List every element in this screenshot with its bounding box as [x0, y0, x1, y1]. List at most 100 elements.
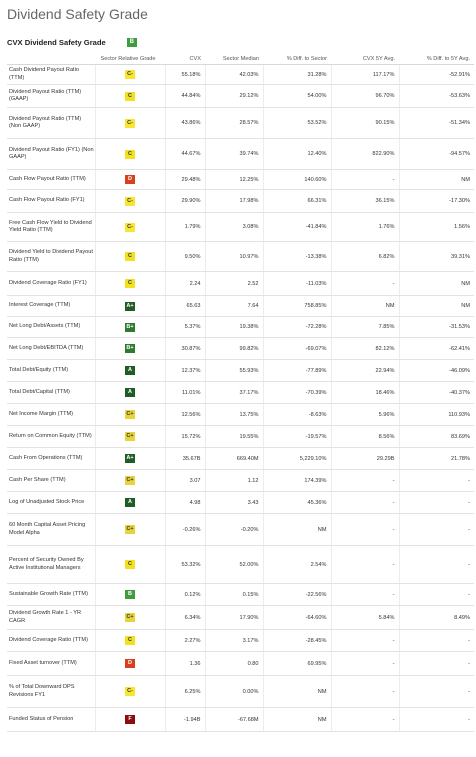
- diff-sector-cell: 54.00%: [263, 84, 332, 108]
- metric-cell: Dividend Coverage Ratio (FY1): [7, 271, 96, 296]
- cvx-5y-avg-cell: 96.70%: [331, 84, 400, 108]
- grade-badge: C: [125, 636, 135, 645]
- grade-cell: D: [95, 651, 166, 676]
- header-cvx-5y-avg: CVX 5Y Avg.: [331, 53, 399, 65]
- sector-median-cell: 55.93%: [205, 359, 264, 382]
- metric-cell: Return on Common Equity (TTM): [7, 425, 96, 448]
- grade-badge: B+: [125, 344, 135, 353]
- cvx-value-cell: 44.67%: [165, 138, 206, 170]
- diff-sector-cell: -77.89%: [263, 359, 332, 382]
- table-row: Dividend Payout Ratio (TTM) (Non GAAP) C-…: [7, 107, 474, 139]
- grade-badge: C: [125, 252, 135, 261]
- metric-cell: Cash From Operations (TTM): [7, 447, 96, 470]
- diff-5y-avg-cell: -94.57%: [399, 138, 474, 170]
- grade-badge: C-: [125, 222, 135, 232]
- metric-cell: Dividend Yield to Dividend Payout Ratio …: [7, 241, 96, 272]
- grade-badge: C: [125, 91, 135, 101]
- grade-badge: A: [125, 366, 135, 375]
- grade-badge: C: [125, 149, 135, 159]
- table-row: Total Debt/Equity (TTM) A 12.37% 55.93% -77.…: [7, 359, 474, 382]
- metric-cell: Total Debt/Capital (TTM): [7, 381, 96, 404]
- grade-badge: C+: [125, 432, 135, 441]
- metric-cell: Total Debt/Equity (TTM): [7, 359, 96, 382]
- diff-sector-cell: -8.63%: [263, 403, 332, 426]
- diff-sector-cell: -13.38%: [263, 241, 332, 272]
- cvx-5y-avg-cell: 7.85%: [331, 316, 400, 338]
- sector-median-cell: 52.00%: [205, 545, 264, 584]
- cvx-5y-avg-cell: -: [331, 169, 400, 190]
- grade-cell: C+: [95, 513, 166, 546]
- table-row: Funded Status of Pension F -1.94B -67.68M NM…: [7, 707, 474, 732]
- safety-grade-table: Sector Relative Grade CVX Sector Median …: [7, 53, 474, 732]
- cvx-5y-avg-cell: -: [331, 469, 400, 492]
- sector-median-cell: 10.97%: [205, 241, 264, 272]
- grade-badge: C+: [125, 410, 135, 419]
- grade-badge: C+: [125, 613, 135, 622]
- table-row: Cash From Operations (TTM) A+ 35.67B 669.40…: [7, 447, 474, 470]
- metric-cell: Funded Status of Pension: [7, 707, 96, 732]
- grade-badge: C-: [125, 118, 135, 128]
- sector-median-cell: 1.12: [205, 469, 264, 492]
- grade-cell: C: [95, 271, 166, 296]
- table-row: Cash Per Share (TTM) C+ 3.07 1.12 174.39% - -: [7, 469, 474, 492]
- cvx-value-cell: 9.50%: [165, 241, 206, 272]
- header-metric: [7, 53, 95, 65]
- diff-sector-cell: 53.52%: [263, 107, 332, 139]
- table-row: % of Total Downward DPS Revisions FY1 C- 6…: [7, 675, 474, 708]
- diff-5y-avg-cell: -: [399, 651, 474, 676]
- diff-sector-cell: 66.31%: [263, 189, 332, 213]
- table-row: Net Long Debt/Assets (TTM) B+ 5.37% 19.38% -…: [7, 316, 474, 338]
- diff-sector-cell: -69.07%: [263, 337, 332, 360]
- subtitle: CVX Dividend Safety Grade: [7, 37, 106, 47]
- sector-median-cell: 0.00%: [205, 675, 264, 708]
- grade-badge: A+: [125, 454, 135, 463]
- diff-sector-cell: -70.39%: [263, 381, 332, 404]
- metric-cell: Dividend Payout Ratio (TTM) (GAAP): [7, 84, 96, 108]
- metric-cell: Percent of Security Owned By Active Inst…: [7, 545, 96, 584]
- diff-5y-avg-cell: NM: [399, 271, 474, 296]
- diff-sector-cell: 758.85%: [263, 295, 332, 317]
- metric-cell: Dividend Payout Ratio (TTM) (Non GAAP): [7, 107, 96, 139]
- cvx-value-cell: 15.72%: [165, 425, 206, 448]
- grade-cell: A: [95, 491, 166, 514]
- diff-sector-cell: 140.60%: [263, 169, 332, 190]
- sector-median-cell: 3.43: [205, 491, 264, 514]
- grade-cell: B: [95, 583, 166, 606]
- diff-5y-avg-cell: -: [399, 629, 474, 652]
- diff-5y-avg-cell: -: [399, 707, 474, 732]
- cvx-value-cell: 4.98: [165, 491, 206, 514]
- diff-5y-avg-cell: -: [399, 675, 474, 708]
- cvx-value-cell: 0.12%: [165, 583, 206, 606]
- table-row: Cash Flow Payout Ratio (FY1) C- 29.90% 17.9…: [7, 189, 474, 213]
- cvx-5y-avg-cell: -: [331, 545, 400, 584]
- grade-badge: C+: [125, 525, 135, 534]
- sector-median-cell: 2.52: [205, 271, 264, 296]
- sector-median-cell: 99.82%: [205, 337, 264, 360]
- cvx-value-cell: 2.24: [165, 271, 206, 296]
- diff-5y-avg-cell: -52.91%: [399, 64, 474, 85]
- cvx-value-cell: 29.48%: [165, 169, 206, 190]
- grade-cell: C-: [95, 212, 166, 242]
- diff-5y-avg-cell: NM: [399, 169, 474, 190]
- table-row: 60 Month Capital Asset Pricing Model Alp…: [7, 513, 474, 546]
- cvx-5y-avg-cell: 29.29B: [331, 447, 400, 470]
- grade-badge: C: [125, 279, 135, 288]
- cvx-5y-avg-cell: 90.15%: [331, 107, 400, 139]
- grade-badge: C: [125, 560, 135, 569]
- diff-sector-cell: 12.40%: [263, 138, 332, 170]
- diff-sector-cell: NM: [263, 513, 332, 546]
- cvx-value-cell: 1.79%: [165, 212, 206, 242]
- header-grade: Sector Relative Grade: [95, 53, 165, 65]
- grade-badge: C+: [125, 476, 135, 485]
- grade-cell: C+: [95, 425, 166, 448]
- cvx-5y-avg-cell: -: [331, 707, 400, 732]
- grade-badge: A+: [125, 301, 135, 311]
- diff-sector-cell: 69.95%: [263, 651, 332, 676]
- cvx-value-cell: 3.07: [165, 469, 206, 492]
- table-header-row: Sector Relative Grade CVX Sector Median …: [7, 53, 474, 65]
- cvx-value-cell: 2.27%: [165, 629, 206, 652]
- table-body: Cash Dividend Payout Ratio (TTM) C- 55.18%…: [7, 64, 474, 732]
- header-diff-5y-avg: % Diff. to 5Y Avg.: [399, 53, 474, 65]
- sector-median-cell: 39.74%: [205, 138, 264, 170]
- cvx-5y-avg-cell: -: [331, 675, 400, 708]
